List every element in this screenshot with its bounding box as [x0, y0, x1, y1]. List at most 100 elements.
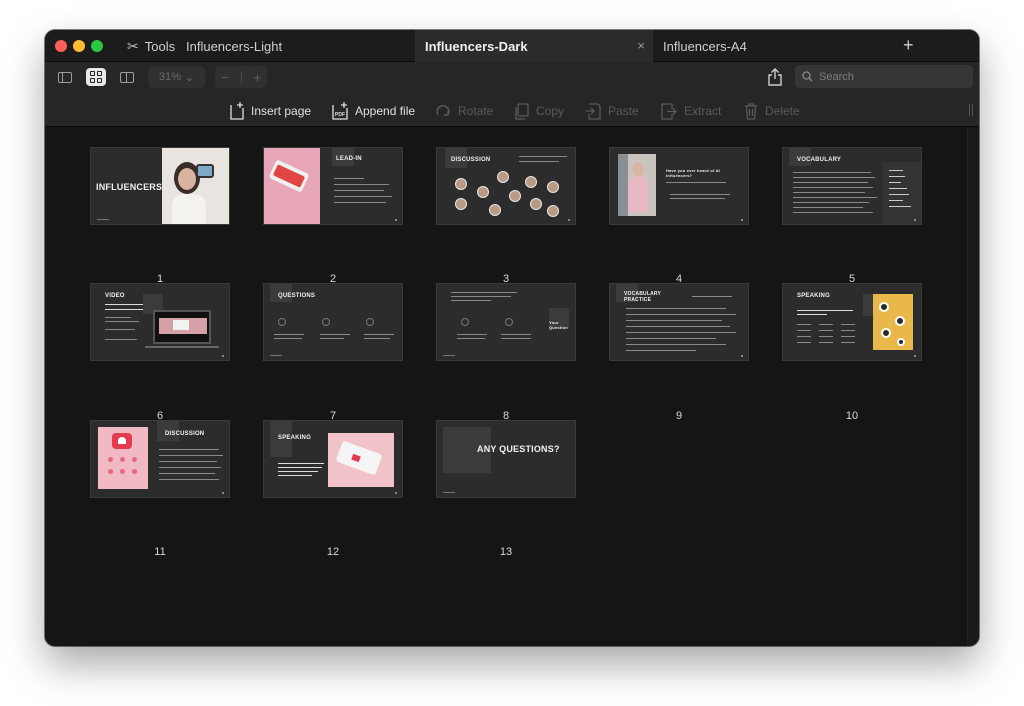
paste-label: Paste	[608, 104, 639, 118]
page-thumbnail-7[interactable]: QUESTIONS	[263, 283, 403, 361]
minimize-window-button[interactable]	[73, 40, 85, 52]
slide-title: ANY QUESTIONS?	[477, 444, 560, 454]
close-tab-icon[interactable]: ×	[637, 38, 645, 53]
extract-button[interactable]: Extract	[661, 100, 721, 122]
page-thumbnail-13[interactable]: ANY QUESTIONS?	[436, 420, 576, 498]
paste-icon	[586, 102, 601, 120]
slide-photo	[873, 294, 913, 350]
page-thumbnail-12[interactable]: SPEAKING	[263, 420, 403, 498]
tools-menu[interactable]: ✂ Tools	[127, 30, 175, 62]
slide-title: INFLUENCERS	[96, 182, 163, 192]
slide-photo	[618, 154, 656, 216]
slide-photo	[264, 148, 320, 224]
toolbar: 31% ⌄ − +	[45, 62, 979, 94]
tab-label: Influencers-A4	[663, 38, 747, 54]
extract-icon	[661, 102, 677, 120]
tools-label: Tools	[144, 38, 176, 54]
zoom-select[interactable]: 31% ⌄	[148, 66, 205, 88]
slide-title: SPEAKING	[278, 435, 311, 441]
slide-title: Have you ever heard of AI influencers?	[666, 168, 720, 178]
copy-label: Copy	[536, 104, 565, 118]
slide-title: VOCABULARY	[797, 157, 842, 163]
slide-title: SPEAKING	[797, 293, 830, 299]
tab-bar: ✂ Tools Influencers-Light Influencers-Da…	[45, 30, 979, 62]
trash-icon	[745, 102, 757, 120]
insert-page-button[interactable]: Insert page	[230, 100, 311, 122]
page-thumbnail-6[interactable]: VIDEO	[90, 283, 230, 361]
rotate-icon	[436, 105, 450, 116]
page-thumbnail-2[interactable]: LEAD-IN	[263, 147, 403, 225]
page-thumbnail-1[interactable]: INFLUENCERS	[90, 147, 230, 225]
toolbar-resize-handle[interactable]	[969, 104, 973, 116]
stepper-divider	[240, 71, 242, 83]
zoom-stepper[interactable]: − +	[215, 66, 267, 88]
sidebar-view-button[interactable]	[55, 68, 75, 86]
paste-button[interactable]: Paste	[585, 100, 639, 122]
slide-title: VIDEO	[105, 293, 125, 299]
vertical-scrollbar[interactable]	[967, 128, 979, 646]
zoom-in-button[interactable]: +	[253, 70, 261, 85]
zoom-out-button[interactable]: −	[221, 70, 229, 85]
slide-title: DISCUSSION	[451, 157, 491, 163]
tab-label: Influencers-Light	[186, 38, 283, 54]
search-field[interactable]	[795, 65, 973, 88]
rotate-button[interactable]: Rotate	[435, 100, 493, 122]
rotate-label: Rotate	[458, 104, 494, 118]
two-page-view-button[interactable]	[117, 68, 137, 86]
insert-page-label: Insert page	[251, 104, 312, 118]
page-number: 6	[156, 410, 164, 422]
video-player	[153, 310, 211, 344]
page-thumbnail-10[interactable]: SPEAKING	[782, 283, 922, 361]
page-thumbnail-8[interactable]: Your Question	[436, 283, 576, 361]
tools-icon: ✂	[127, 37, 139, 54]
chevron-down-icon: ⌄	[184, 71, 195, 84]
copy-button[interactable]: Copy	[515, 100, 564, 122]
slide-photo	[162, 148, 229, 224]
insert-page-icon	[230, 102, 244, 120]
page-thumbnail-4[interactable]: Have you ever heard of AI influencers?	[609, 147, 749, 225]
slide-title: Your Question	[549, 320, 568, 330]
page-number: 10	[845, 410, 859, 422]
zoom-window-button[interactable]	[91, 40, 103, 52]
page-grid: INFLUENCERS 1 LEAD-IN 2 DISCUSSION 3 Hav…	[45, 128, 979, 646]
tab-influencers-dark[interactable]: Influencers-Dark ×	[415, 30, 653, 62]
slide-photo	[98, 427, 148, 489]
page-number: 13	[499, 546, 513, 558]
page-thumbnail-3[interactable]: DISCUSSION	[436, 147, 576, 225]
tab-label: Influencers-Dark	[425, 38, 528, 54]
append-file-button[interactable]: PDF Append file	[332, 100, 415, 122]
sidebar-icon	[58, 71, 72, 83]
slide-title: QUESTIONS	[278, 293, 316, 299]
close-window-button[interactable]	[55, 40, 67, 52]
delete-label: Delete	[765, 104, 800, 118]
share-icon[interactable]	[767, 68, 783, 86]
slide-photo	[328, 433, 394, 487]
page-number: 11	[154, 546, 166, 558]
search-input[interactable]	[819, 70, 959, 83]
delete-button[interactable]: Delete	[744, 100, 800, 122]
grid-view-button[interactable]	[86, 68, 106, 86]
tab-influencers-a4[interactable]: Influencers-A4	[663, 30, 747, 62]
search-icon	[802, 71, 813, 82]
zoom-value: 31%	[158, 71, 181, 83]
app-window: ✂ Tools Influencers-Light Influencers-Da…	[45, 30, 979, 646]
page-actions-bar: Insert page PDF Append file Rotate Copy	[45, 94, 979, 127]
page-number: 9	[675, 410, 683, 422]
page-number: 12	[326, 546, 340, 558]
append-file-icon: PDF	[332, 102, 348, 120]
new-tab-button[interactable]: +	[903, 35, 914, 56]
copy-icon	[515, 102, 529, 120]
slide-title: VOCABULARY PRACTICE	[624, 291, 662, 303]
two-page-icon	[120, 71, 134, 83]
page-thumbnail-9[interactable]: VOCABULARY PRACTICE	[609, 283, 749, 361]
grid-icon	[90, 71, 102, 83]
append-file-label: Append file	[355, 104, 416, 118]
slide-title: LEAD-IN	[336, 156, 362, 162]
slide-title: DISCUSSION	[165, 431, 205, 437]
page-thumbnail-5[interactable]: VOCABULARY	[782, 147, 922, 225]
page-number: 8	[502, 410, 510, 422]
page-thumbnail-11[interactable]: DISCUSSION	[90, 420, 230, 498]
tab-influencers-light[interactable]: Influencers-Light	[186, 30, 282, 62]
svg-text:PDF: PDF	[335, 112, 345, 118]
page-number: 7	[329, 410, 337, 422]
